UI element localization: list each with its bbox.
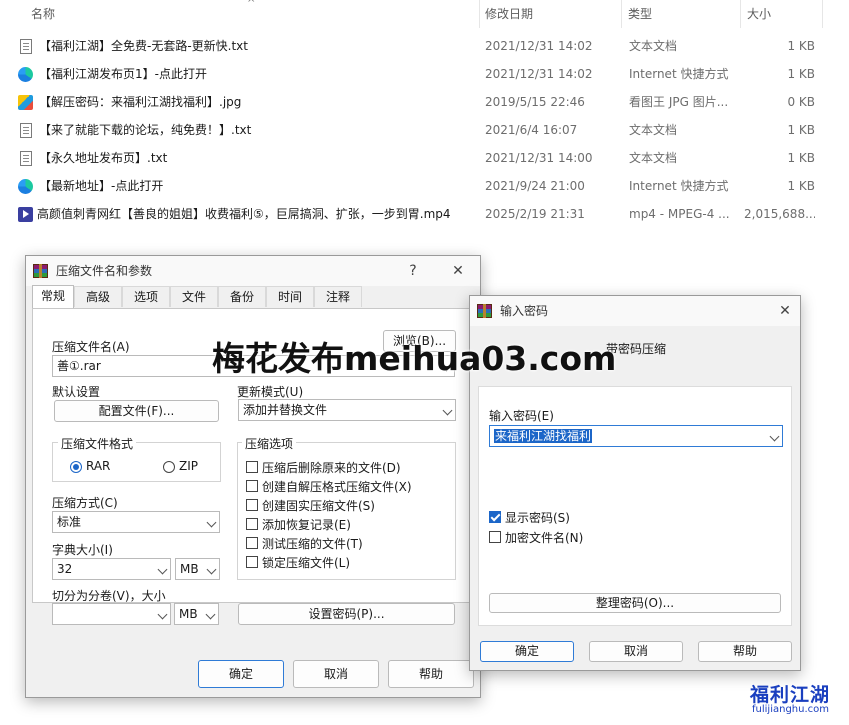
format-rar-radio[interactable]	[70, 461, 82, 473]
compression-method-select[interactable]: 标准	[52, 511, 220, 533]
archive-options-group: 压缩选项 压缩后删除原来的文件(D) 创建自解压格式压缩文件(X) 创建固实压缩…	[237, 435, 456, 580]
text-file-icon	[20, 39, 32, 54]
help-icon[interactable]: ?	[398, 256, 428, 286]
column-header-type[interactable]: 类型	[622, 0, 741, 28]
center-watermark: 梅花发布meihua03.com	[212, 339, 617, 378]
format-zip-radio[interactable]	[163, 461, 175, 473]
dialog-title: 压缩文件名和参数	[56, 264, 153, 278]
split-volumes-label: 切分为分卷(V)，大小	[52, 589, 166, 603]
show-password-label: 显示密码(S)	[505, 511, 570, 525]
tab-backup[interactable]: 备份	[218, 286, 266, 307]
archive-format-title: 压缩文件格式	[58, 435, 137, 452]
option-label: 创建固实压缩文件(S)	[262, 499, 375, 513]
tab-general[interactable]: 常规	[32, 285, 74, 308]
split-size-input[interactable]	[52, 603, 171, 625]
add-recovery-record-checkbox[interactable]	[246, 518, 258, 530]
option-label: 测试压缩的文件(T)	[262, 537, 363, 551]
file-row[interactable]: 高颜值刺青网红【善良的姐姐】收费福利⑤，巨屌搞洞、扩张，一步到胃.mp4 202…	[0, 200, 849, 228]
dialog-titlebar[interactable]: 压缩文件名和参数 ? ✕	[26, 256, 480, 286]
encrypt-filenames-label: 加密文件名(N)	[505, 531, 584, 545]
lock-archive-checkbox[interactable]	[246, 556, 258, 568]
dialog-title: 输入密码	[500, 304, 549, 318]
winrar-icon	[477, 304, 492, 318]
create-solid-checkbox[interactable]	[246, 499, 258, 511]
internet-shortcut-icon	[18, 179, 33, 194]
file-row[interactable]: 【福利江湖】全免费-无套路-更新快.txt 2021/12/31 14:02 文…	[0, 32, 849, 60]
tab-files[interactable]: 文件	[170, 286, 218, 307]
compression-method-label: 压缩方式(C)	[52, 496, 118, 510]
chevron-down-icon[interactable]	[442, 405, 453, 416]
archive-settings-dialog: 压缩文件名和参数 ? ✕ 常规 高级 选项 文件 备份 时间 注释 压缩文件名(…	[25, 255, 481, 698]
password-panel: 输入密码(E) 来福利江湖找福利 显示密码(S) 加密文件名(N) 整理密码(O…	[478, 386, 792, 626]
format-rar-label: RAR	[86, 459, 111, 473]
option-label: 锁定压缩文件(L)	[262, 556, 351, 570]
corner-logo-watermark: 福利江湖	[750, 684, 831, 706]
close-icon[interactable]: ✕	[443, 256, 473, 286]
file-row[interactable]: 【永久地址发布页】.txt 2021/12/31 14:00 文本文档 1 KB	[0, 144, 849, 172]
chevron-down-icon[interactable]	[157, 609, 168, 620]
file-row[interactable]: 【福利江湖发布页1】-点此打开 2021/12/31 14:02 Interne…	[0, 60, 849, 88]
update-mode-select[interactable]: 添加并替换文件	[238, 399, 456, 421]
winrar-icon	[33, 264, 48, 278]
tab-comment[interactable]: 注释	[314, 286, 362, 307]
text-file-icon	[20, 123, 32, 138]
column-header-date[interactable]: 修改日期	[479, 0, 622, 28]
chevron-down-icon[interactable]	[205, 609, 216, 620]
chevron-down-icon[interactable]	[769, 431, 780, 442]
update-mode-label: 更新模式(U)	[237, 385, 304, 399]
ok-button[interactable]: 确定	[480, 641, 574, 662]
tab-options[interactable]: 选项	[122, 286, 170, 307]
video-file-icon	[18, 207, 33, 222]
profiles-button[interactable]: 配置文件(F)...	[54, 400, 219, 422]
default-settings-label: 默认设置	[52, 385, 101, 399]
chevron-down-icon[interactable]	[206, 517, 217, 528]
archive-format-group: 压缩文件格式 RAR ZIP	[52, 435, 221, 482]
file-row[interactable]: 【来了就能下载的论坛，纯免费！】.txt 2021/6/4 16:07 文本文档…	[0, 116, 849, 144]
cancel-button[interactable]: 取消	[589, 641, 683, 662]
dialog-titlebar[interactable]: 输入密码 ✕	[470, 296, 800, 326]
help-button[interactable]: 帮助	[698, 641, 792, 662]
option-label: 创建自解压格式压缩文件(X)	[262, 480, 412, 494]
encrypt-filenames-checkbox[interactable]	[489, 531, 501, 543]
test-archived-files-checkbox[interactable]	[246, 537, 258, 549]
help-button[interactable]: 帮助	[388, 660, 474, 688]
close-icon[interactable]: ✕	[770, 296, 800, 326]
show-password-checkbox[interactable]	[489, 511, 501, 523]
delete-after-archiving-checkbox[interactable]	[246, 461, 258, 473]
file-row[interactable]: 【最新地址】-点此打开 2021/9/24 21:00 Internet 快捷方…	[0, 172, 849, 200]
archive-name-label: 压缩文件名(A)	[52, 340, 130, 354]
corner-url-watermark: fulijianghu.com	[752, 704, 829, 715]
password-input[interactable]: 来福利江湖找福利	[489, 425, 783, 447]
image-file-icon	[18, 95, 33, 110]
internet-shortcut-icon	[18, 67, 33, 82]
format-zip-label: ZIP	[179, 459, 198, 473]
dictionary-unit-select[interactable]: MB	[175, 558, 220, 580]
set-password-button[interactable]: 设置密码(P)...	[238, 603, 455, 625]
tab-time[interactable]: 时间	[266, 286, 314, 307]
ok-button[interactable]: 确定	[198, 660, 284, 688]
sort-ascending-icon: ^	[247, 0, 256, 9]
text-file-icon	[20, 151, 32, 166]
enter-password-label: 输入密码(E)	[489, 409, 554, 423]
chevron-down-icon[interactable]	[206, 564, 217, 575]
option-label: 添加恢复记录(E)	[262, 518, 351, 532]
file-row[interactable]: 【解压密码：来福利江湖找福利】.jpg 2019/5/15 22:46 看图王 …	[0, 88, 849, 116]
create-sfx-checkbox[interactable]	[246, 480, 258, 492]
chevron-down-icon[interactable]	[157, 564, 168, 575]
column-header-size[interactable]: 大小	[741, 0, 823, 28]
dictionary-size-label: 字典大小(I)	[52, 543, 113, 557]
archive-options-title: 压缩选项	[242, 435, 297, 452]
organize-passwords-button[interactable]: 整理密码(O)...	[489, 593, 781, 613]
cancel-button[interactable]: 取消	[293, 660, 379, 688]
split-unit-select[interactable]: MB	[174, 603, 219, 625]
tab-advanced[interactable]: 高级	[74, 286, 122, 307]
option-label: 压缩后删除原来的文件(D)	[262, 461, 401, 475]
dictionary-size-select[interactable]: 32	[52, 558, 171, 580]
